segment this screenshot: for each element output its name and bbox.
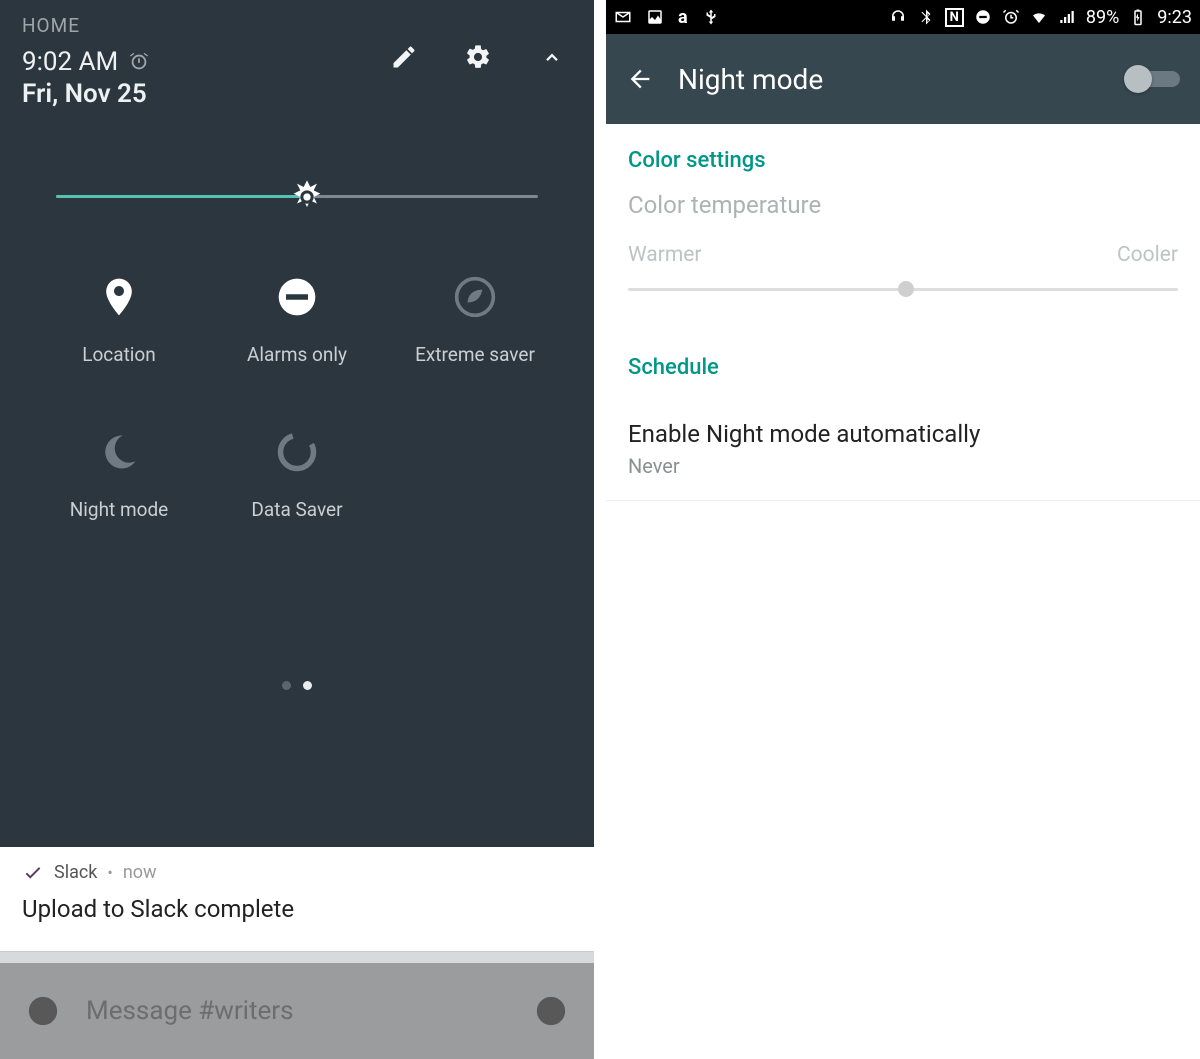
page-title: Night mode	[678, 63, 1102, 96]
tile-label: Alarms only	[247, 343, 347, 366]
emoji-icon[interactable]	[26, 994, 60, 1028]
image-icon	[646, 8, 664, 26]
tile-label: Night mode	[70, 498, 169, 521]
notification-app-name: Slack	[54, 862, 97, 883]
night-mode-settings-screen: a N 89% 9:23 Night mode	[606, 0, 1200, 1059]
schedule-item-value: Never	[628, 454, 1178, 478]
tile-extreme-saver[interactable]: Extreme saver	[395, 275, 555, 366]
edit-icon[interactable]	[390, 43, 418, 71]
clock-time: 9:02 AM	[22, 47, 118, 77]
message-input[interactable]: Message #writers	[86, 996, 508, 1026]
carrier-label: HOME	[22, 14, 572, 37]
quick-settings-tiles: Location Alarms only Extreme saver Night…	[30, 275, 564, 521]
message-input-bar: Message #writers	[0, 963, 594, 1059]
page-indicator	[0, 681, 594, 690]
notification-body: Upload to Slack complete	[22, 895, 572, 923]
tile-label: Extreme saver	[415, 343, 535, 366]
status-time: 9:23	[1157, 7, 1192, 28]
night-mode-toggle[interactable]	[1126, 67, 1180, 91]
alarm-status-icon	[1002, 8, 1020, 26]
tile-label: Data Saver	[251, 498, 342, 521]
mail-icon	[614, 8, 632, 26]
location-icon	[97, 275, 141, 319]
leaf-icon	[453, 275, 497, 319]
nfc-icon: N	[945, 8, 964, 27]
data-saver-icon	[275, 430, 319, 474]
color-temperature-label: Color temperature	[628, 191, 1178, 219]
schedule-item-title: Enable Night mode automatically	[628, 420, 1178, 448]
status-bar: a N 89% 9:23	[606, 0, 1200, 34]
color-temperature-slider[interactable]	[628, 277, 1178, 301]
plus-icon[interactable]	[534, 994, 568, 1028]
tile-data-saver[interactable]: Data Saver	[217, 430, 377, 521]
alarm-icon	[128, 51, 150, 73]
tile-label: Location	[82, 343, 156, 366]
moon-icon	[97, 430, 141, 474]
brightness-slider[interactable]	[56, 177, 538, 217]
dnd-status-icon	[974, 8, 992, 26]
check-icon	[22, 861, 44, 883]
tile-location[interactable]: Location	[39, 275, 199, 366]
amazon-icon: a	[678, 7, 688, 28]
back-icon[interactable]	[626, 65, 654, 93]
tile-alarms-only[interactable]: Alarms only	[217, 275, 377, 366]
quick-settings-panel: HOME 9:02 AM Fri, Nov 25	[0, 0, 594, 1059]
battery-percent: 89%	[1086, 7, 1119, 28]
usb-icon	[702, 8, 720, 26]
wifi-icon	[1030, 8, 1048, 26]
schedule-enable-auto[interactable]: Enable Night mode automatically Never	[606, 398, 1200, 501]
titlebar: Night mode	[606, 34, 1200, 124]
notification-card[interactable]: Slack • now Upload to Slack complete	[0, 847, 594, 951]
chevron-up-icon[interactable]	[538, 43, 566, 71]
clock-date: Fri, Nov 25	[22, 79, 390, 109]
notification-time: now	[123, 862, 157, 883]
warmer-label: Warmer	[628, 243, 702, 267]
section-schedule: Schedule	[628, 355, 1178, 380]
tile-night-mode[interactable]: Night mode	[39, 430, 199, 521]
bluetooth-icon	[917, 8, 935, 26]
cooler-label: Cooler	[1117, 243, 1178, 267]
headphones-icon	[889, 8, 907, 26]
signal-icon	[1058, 8, 1076, 26]
battery-icon	[1129, 8, 1147, 26]
brightness-icon	[287, 177, 327, 217]
gear-icon[interactable]	[464, 43, 492, 71]
section-color-settings: Color settings	[628, 148, 1178, 173]
dnd-icon	[275, 275, 319, 319]
